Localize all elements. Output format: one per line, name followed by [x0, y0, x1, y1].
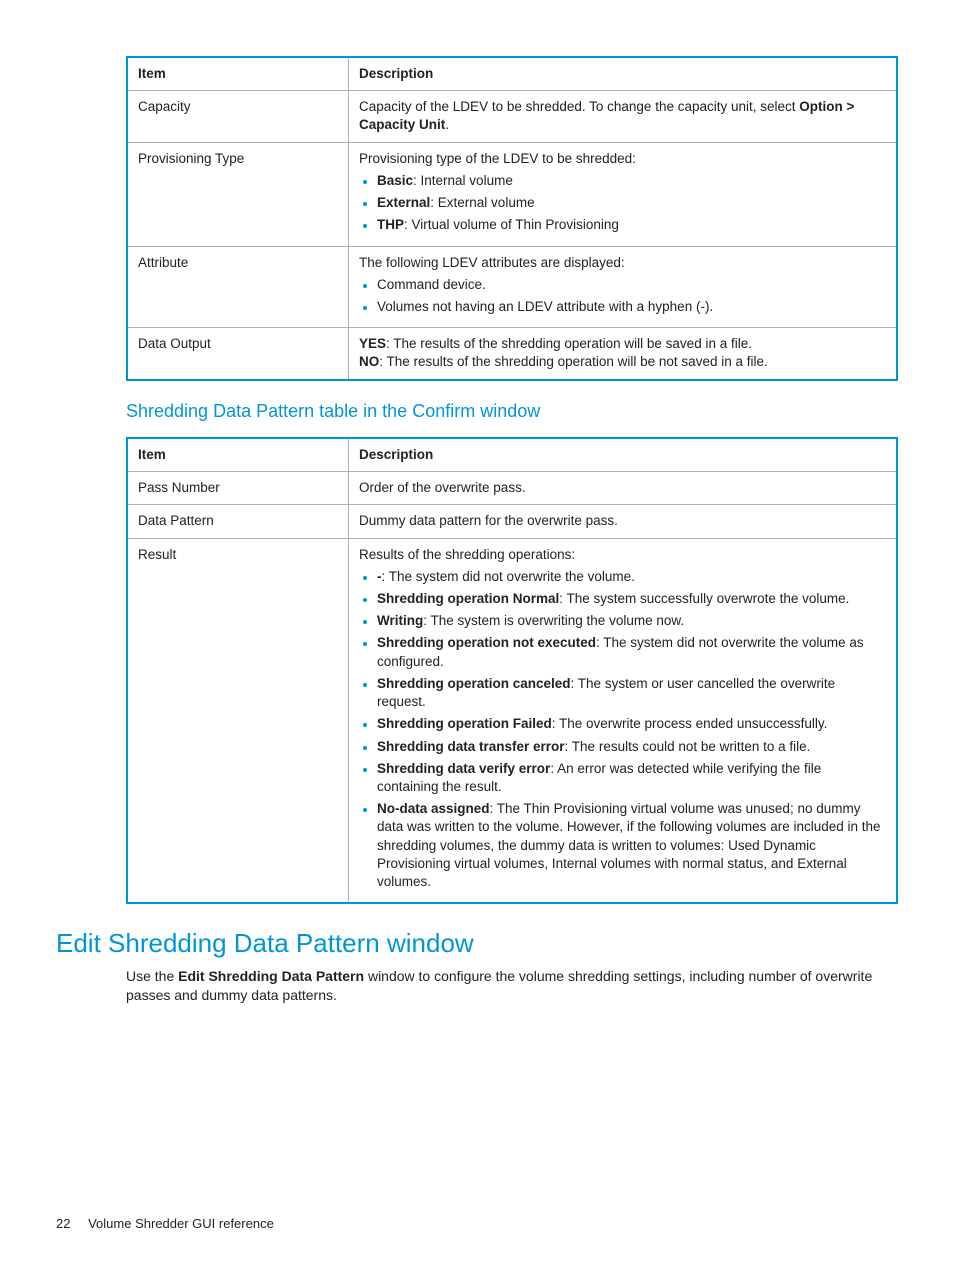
table2-body: Pass NumberOrder of the overwrite pass.D… — [127, 472, 897, 904]
col-header-item: Item — [127, 57, 349, 91]
table-row: ResultResults of the shredding operation… — [127, 538, 897, 903]
row-item: Pass Number — [127, 472, 349, 505]
row-item: Result — [127, 538, 349, 903]
row-description: Dummy data pattern for the overwrite pas… — [349, 505, 898, 538]
table-row: Pass NumberOrder of the overwrite pass. — [127, 472, 897, 505]
table-row: CapacityCapacity of the LDEV to be shred… — [127, 91, 897, 142]
list-item: Shredding operation Normal: The system s… — [377, 590, 886, 608]
list-item: Shredding data verify error: An error wa… — [377, 760, 886, 796]
row-description: YES: The results of the shredding operat… — [349, 328, 898, 380]
edit-shredding-section-title: Edit Shredding Data Pattern window — [56, 926, 898, 961]
row-item: Provisioning Type — [127, 142, 349, 246]
list-item: Shredding operation canceled: The system… — [377, 675, 886, 711]
list-item: Volumes not having an LDEV attribute wit… — [377, 298, 886, 316]
page-footer: 22 Volume Shredder GUI reference — [56, 1215, 274, 1233]
table-row: AttributeThe following LDEV attributes a… — [127, 246, 897, 328]
bullet-list: -: The system did not overwrite the volu… — [359, 568, 886, 892]
table-row: Data PatternDummy data pattern for the o… — [127, 505, 897, 538]
row-item: Attribute — [127, 246, 349, 328]
list-item: -: The system did not overwrite the volu… — [377, 568, 886, 586]
page-number: 22 — [56, 1216, 70, 1231]
row-item: Capacity — [127, 91, 349, 142]
confirm-window-table: Item Description CapacityCapacity of the… — [126, 56, 898, 381]
table-row: Data Output YES: The results of the shred… — [127, 328, 897, 380]
list-item: Writing: The system is overwriting the v… — [377, 612, 886, 630]
list-item: THP: Virtual volume of Thin Provisioning — [377, 216, 886, 234]
list-item: Shredding data transfer error: The resul… — [377, 738, 886, 756]
row-item: Data Output — [127, 328, 349, 380]
list-item: Shredding operation Failed: The overwrit… — [377, 715, 886, 733]
row-item: Data Pattern — [127, 505, 349, 538]
list-item: Basic: Internal volume — [377, 172, 886, 190]
bullet-list: Command device. Volumes not having an LDE… — [359, 276, 886, 316]
row-description: Order of the overwrite pass. — [349, 472, 898, 505]
list-item: Command device. — [377, 276, 886, 294]
line-item: NO: The results of the shredding operati… — [359, 353, 886, 371]
edit-shredding-section-para: Use the Edit Shredding Data Pattern wind… — [126, 967, 898, 1005]
list-item: External: External volume — [377, 194, 886, 212]
row-description: Capacity of the LDEV to be shredded. To … — [349, 91, 898, 142]
row-description: Results of the shredding operations:-: T… — [349, 538, 898, 903]
col-header-description: Description — [349, 57, 898, 91]
list-item: Shredding operation not executed: The sy… — [377, 634, 886, 670]
table1-body: CapacityCapacity of the LDEV to be shred… — [127, 91, 897, 380]
row-description: The following LDEV attributes are displa… — [349, 246, 898, 328]
bullet-list: Basic: Internal volume External: External… — [359, 172, 886, 235]
row-description: Provisioning type of the LDEV to be shre… — [349, 142, 898, 246]
shredding-pattern-subhead: Shredding Data Pattern table in the Conf… — [56, 399, 898, 423]
footer-title: Volume Shredder GUI reference — [88, 1216, 274, 1231]
col-header-item: Item — [127, 438, 349, 472]
line-item: YES: The results of the shredding operat… — [359, 335, 886, 353]
shredding-pattern-table: Item Description Pass NumberOrder of the… — [126, 437, 898, 904]
col-header-description: Description — [349, 438, 898, 472]
list-item: No-data assigned: The Thin Provisioning … — [377, 800, 886, 891]
table-row: Provisioning TypeProvisioning type of th… — [127, 142, 897, 246]
